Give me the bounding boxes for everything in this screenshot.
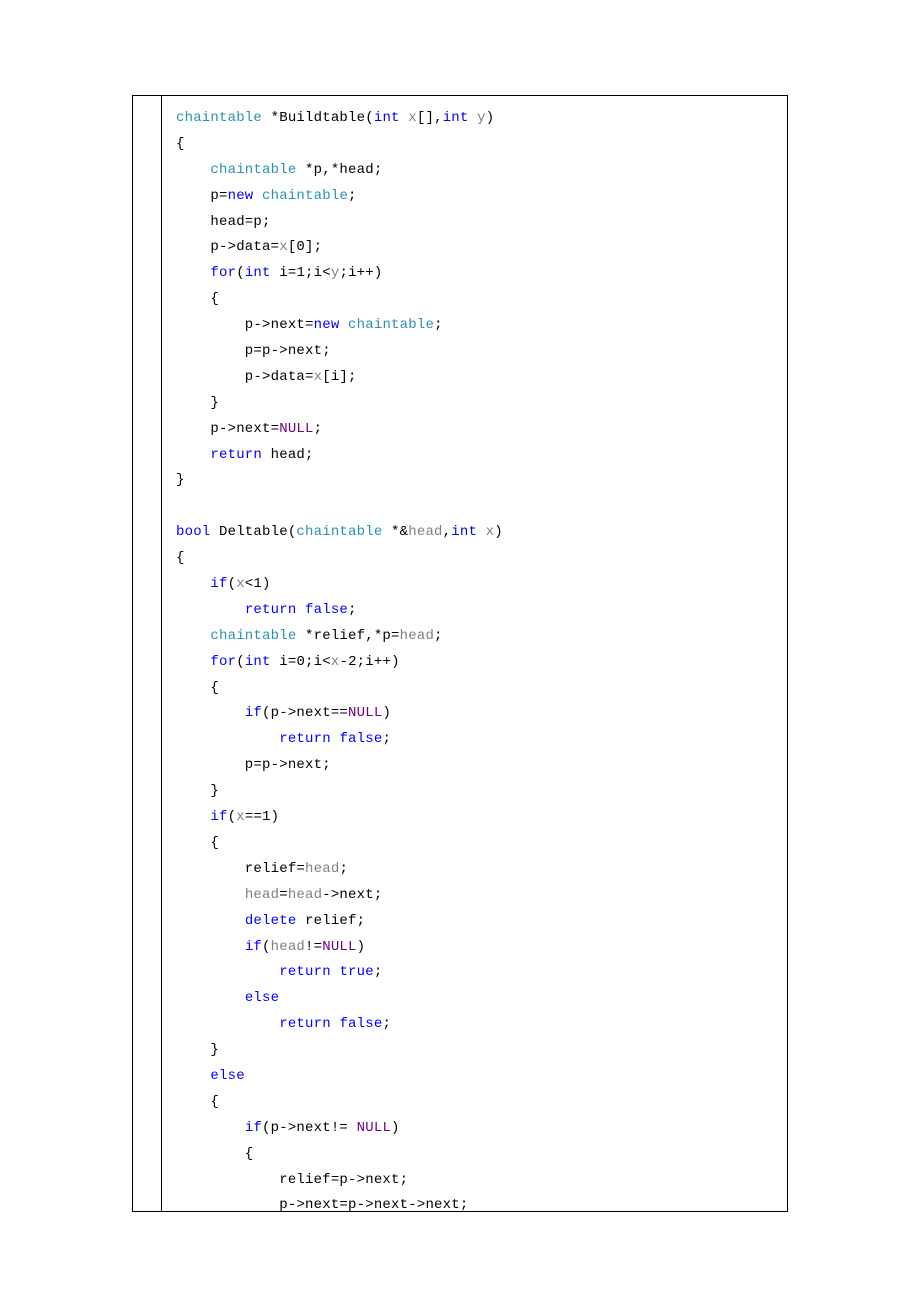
code-block: chaintable *Buildtable(int x[],int y) { … — [176, 106, 773, 1211]
document-page: chaintable *Buildtable(int x[],int y) { … — [0, 0, 920, 1302]
code-cell: chaintable *Buildtable(int x[],int y) { … — [162, 96, 787, 1211]
left-gutter-cell — [133, 96, 162, 1211]
table-frame: chaintable *Buildtable(int x[],int y) { … — [132, 95, 788, 1212]
